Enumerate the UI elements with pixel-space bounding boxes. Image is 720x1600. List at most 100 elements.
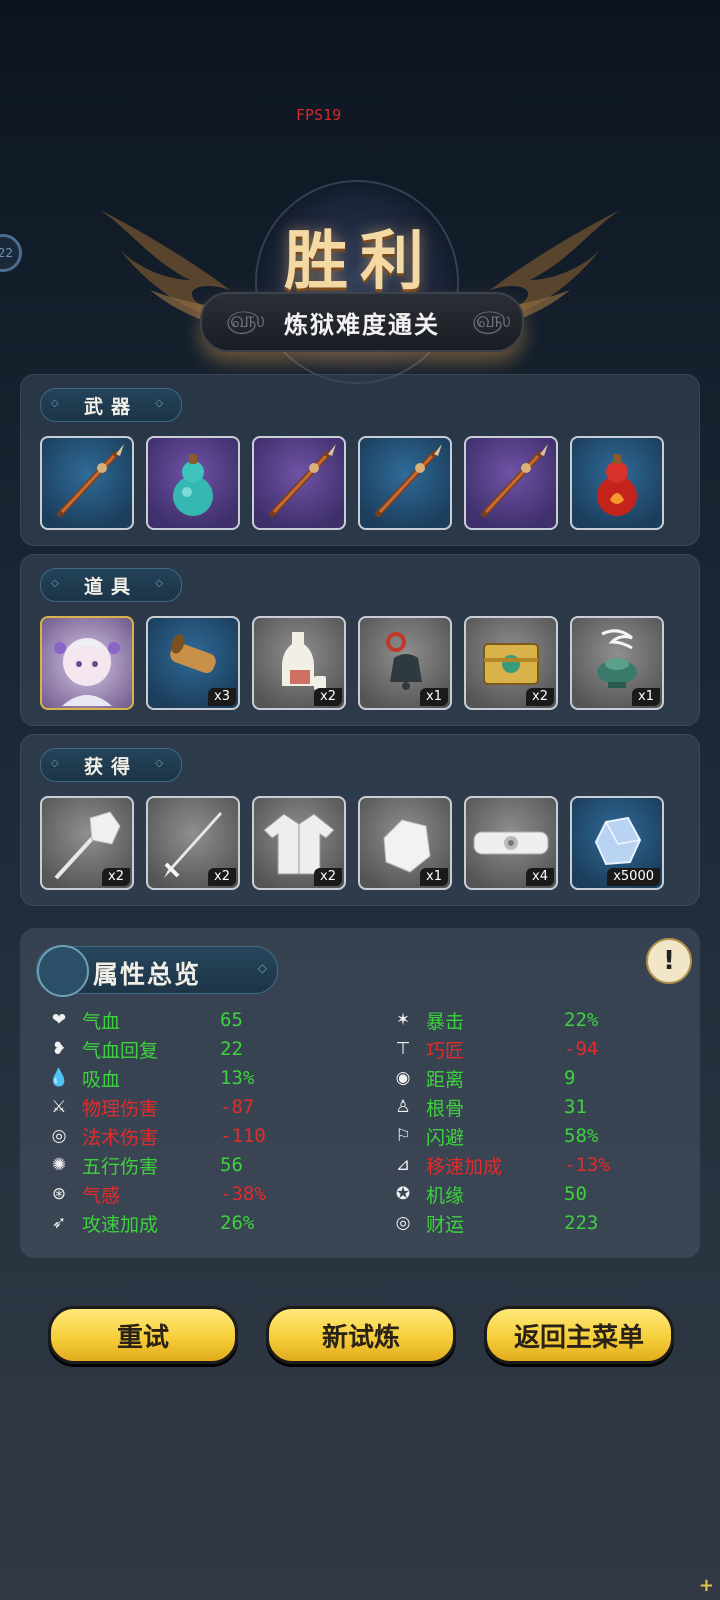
- qi-icon: ⊛: [51, 1184, 67, 1204]
- attribute-row: ⊿ 移速加成 -13%: [392, 1151, 610, 1179]
- attribute-value: 22: [220, 1038, 243, 1060]
- obtained-label: 获得: [83, 755, 138, 778]
- reward-slot[interactable]: x5000: [570, 796, 664, 890]
- info-alert-icon[interactable]: !: [646, 938, 692, 984]
- reward-slot[interactable]: x4: [464, 796, 558, 890]
- items-label: 道具: [83, 575, 138, 598]
- attribute-value: 22%: [564, 1009, 599, 1031]
- weapon-slot[interactable]: [464, 436, 558, 530]
- item-slot[interactable]: x3: [146, 616, 240, 710]
- reward-quantity: x1: [420, 868, 448, 886]
- attribute-value: 50: [564, 1183, 587, 1205]
- swirl-icon: ✺: [51, 1155, 67, 1175]
- attribute-name: 吸血: [82, 1068, 121, 1091]
- weapons-slots: [40, 436, 664, 530]
- attribute-value: 65: [220, 1009, 243, 1031]
- reward-slot[interactable]: x2: [146, 796, 240, 890]
- red-gourd-icon: [597, 454, 637, 516]
- items-panel: 道具 x3 x2 x1 x2 x1: [20, 554, 700, 726]
- cyan-gourd-icon: [173, 454, 213, 516]
- hammer-icon: ⊤: [395, 1039, 411, 1059]
- attribute-value: 58%: [564, 1125, 599, 1147]
- weapon-slot[interactable]: [146, 436, 240, 530]
- attribute-value: -87: [220, 1096, 255, 1118]
- character-emblem-icon: [37, 945, 89, 997]
- boot-icon: ⊿: [395, 1155, 411, 1175]
- attribute-row: ❥ 气血回复 22: [48, 1035, 243, 1063]
- attribute-name: 机缘: [426, 1184, 465, 1207]
- difficulty-cleared-text: 炼狱难度通关: [284, 310, 440, 339]
- attribute-row: ♙ 根骨 31: [392, 1093, 587, 1121]
- fps-counter: FPS19: [296, 106, 342, 124]
- target-icon: ◉: [395, 1068, 411, 1088]
- item-slot[interactable]: x1: [358, 616, 452, 710]
- attribute-row: ✺ 五行伤害 56: [48, 1151, 243, 1179]
- attribute-row: ⚐ 闪避 58%: [392, 1122, 598, 1150]
- blade-icon: ⚔: [51, 1097, 67, 1117]
- reward-slot[interactable]: x2: [252, 796, 346, 890]
- blood-drop-icon: 💧: [48, 1068, 70, 1088]
- weapon-slot[interactable]: [570, 436, 664, 530]
- reward-slot[interactable]: x2: [40, 796, 134, 890]
- reward-quantity: x2: [102, 868, 130, 886]
- item-quantity: x1: [632, 688, 660, 706]
- swirl-ornament-icon: ௵: [226, 308, 265, 333]
- attribute-overview-header: 属性总览 ◇: [36, 945, 278, 997]
- attribute-value: -94: [564, 1038, 599, 1060]
- item-slot[interactable]: x2: [252, 616, 346, 710]
- new-trial-button[interactable]: 新试炼: [266, 1306, 456, 1364]
- victory-title: 胜利: [284, 224, 436, 299]
- spear-icon: [57, 444, 124, 517]
- weapon-slot[interactable]: [252, 436, 346, 530]
- attribute-value: 56: [220, 1154, 243, 1176]
- main-menu-button[interactable]: 返回主菜单: [484, 1306, 674, 1364]
- attribute-overview-title: 属性总览: [93, 960, 202, 989]
- spear-icon: [375, 444, 442, 517]
- item-slot[interactable]: x2: [464, 616, 558, 710]
- attribute-value: 13%: [220, 1067, 255, 1089]
- weapon-slot[interactable]: [358, 436, 452, 530]
- attribute-name: 财运: [426, 1213, 465, 1236]
- item-quantity: x2: [314, 688, 342, 706]
- reward-quantity: x4: [526, 868, 554, 886]
- dodge-icon: ⚐: [395, 1126, 411, 1146]
- attribute-row: ✶ 暴击 22%: [392, 1006, 598, 1034]
- reward-quantity: x5000: [607, 868, 660, 886]
- obtained-section-tag: 获得: [40, 748, 182, 782]
- retry-button[interactable]: 重试: [48, 1306, 238, 1364]
- swirl-ornament-icon: ௵: [472, 308, 511, 333]
- item-slot[interactable]: x1: [570, 616, 664, 710]
- attribute-row: 💧 吸血 13%: [48, 1064, 254, 1092]
- weapons-section-tag: 武器: [40, 388, 182, 422]
- attribute-name: 五行伤害: [82, 1155, 159, 1178]
- attribute-row: ⊤ 巧匠 -94: [392, 1035, 599, 1063]
- obtained-slots: x2 x2 x2 x1 x4 x5000: [40, 796, 664, 890]
- spiral-icon: ◎: [51, 1126, 67, 1146]
- reward-quantity: x2: [314, 868, 342, 886]
- item-slot[interactable]: [40, 616, 134, 710]
- attribute-value: -38%: [220, 1183, 266, 1205]
- fortune-wheel-icon: ✪: [395, 1184, 411, 1204]
- attribute-name: 距离: [426, 1068, 465, 1091]
- attack-speed-icon: ➶: [51, 1213, 67, 1233]
- attribute-row: ⊛ 气感 -38%: [48, 1180, 266, 1208]
- attribute-name: 根骨: [426, 1097, 465, 1120]
- item-quantity: x3: [208, 688, 236, 706]
- crit-icon: ✶: [395, 1010, 411, 1030]
- reward-slot[interactable]: x1: [358, 796, 452, 890]
- attribute-value: 31: [564, 1096, 587, 1118]
- attribute-row: ⚔ 物理伤害 -87: [48, 1093, 254, 1121]
- obtained-panel: 获得 x2 x2 x2 x1 x4 x5000: [20, 734, 700, 906]
- attribute-row: ◎ 财运 223: [392, 1209, 599, 1237]
- attribute-name: 物理伤害: [82, 1097, 159, 1120]
- attribute-row: ✪ 机缘 50: [392, 1180, 587, 1208]
- attribute-name: 气感: [82, 1184, 121, 1207]
- items-slots: x3 x2 x1 x2 x1: [40, 616, 664, 710]
- character-portrait-icon: [54, 638, 120, 706]
- item-quantity: x2: [526, 688, 554, 706]
- weapons-panel: 武器: [20, 374, 700, 546]
- attribute-name: 闪避: [426, 1126, 465, 1149]
- attribute-value: 26%: [220, 1212, 255, 1234]
- weapon-slot[interactable]: [40, 436, 134, 530]
- attribute-value: 223: [564, 1212, 599, 1234]
